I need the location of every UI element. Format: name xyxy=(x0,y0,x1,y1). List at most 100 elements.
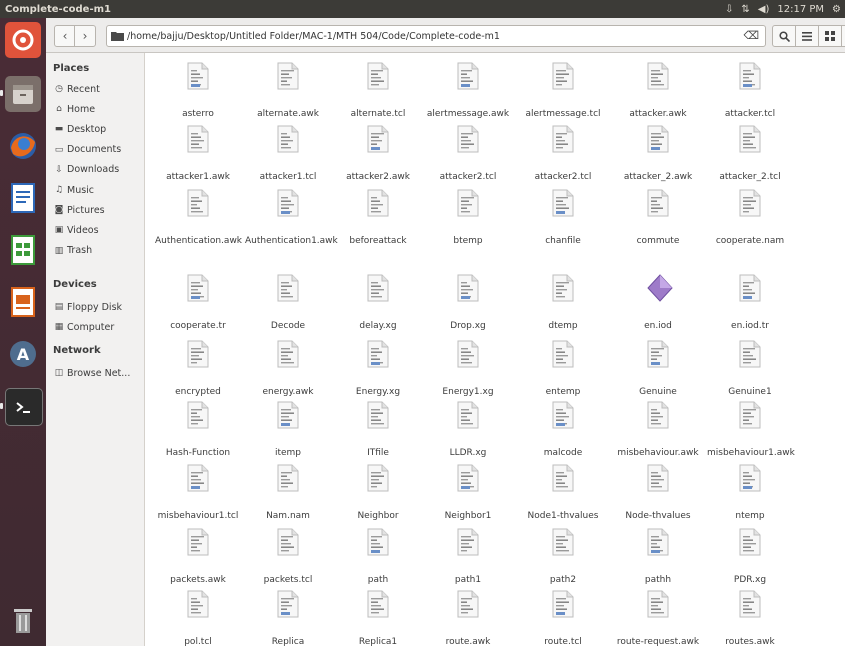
list-view-button[interactable] xyxy=(795,25,819,47)
clear-location-icon[interactable]: ⌫ xyxy=(743,29,759,42)
file-item[interactable]: misbehaviour1.awk xyxy=(707,398,795,468)
file-item[interactable]: asterro xyxy=(155,59,241,129)
gear-icon[interactable]: ⚙ xyxy=(832,4,841,15)
sidebar-item-desktop[interactable]: ▬ Desktop xyxy=(54,121,106,137)
file-item[interactable]: PDR.xg xyxy=(707,525,793,595)
file-item[interactable]: alternate.tcl xyxy=(335,59,421,129)
sidebar-item-music[interactable]: ♫ Music xyxy=(54,182,94,198)
view-options-dropdown[interactable]: ⌄ xyxy=(841,25,845,47)
file-item[interactable]: alertmessage.awk xyxy=(425,59,511,129)
file-item[interactable]: Replica xyxy=(245,587,331,646)
file-item[interactable]: attacker.awk xyxy=(615,59,701,129)
file-item[interactable]: commute xyxy=(615,186,701,256)
file-item[interactable]: misbehaviour.awk xyxy=(615,398,701,468)
file-item[interactable]: alternate.awk xyxy=(245,59,331,129)
file-item[interactable]: Node1-thvalues xyxy=(520,461,606,531)
sidebar-item-documents[interactable]: ▭ Documents xyxy=(54,142,121,158)
file-item[interactable]: attacker_2.awk xyxy=(615,122,701,192)
file-item[interactable]: LLDR.xg xyxy=(425,398,511,468)
impress-icon[interactable] xyxy=(5,284,41,320)
sidebar-item-floppy-disk[interactable]: ▤ Floppy Disk xyxy=(54,299,122,315)
terminal-icon[interactable] xyxy=(5,388,43,426)
file-item[interactable]: attacker2.tcl xyxy=(520,122,606,192)
file-item[interactable]: malcode xyxy=(520,398,606,468)
file-name: Node1-thvalues xyxy=(527,511,599,521)
file-item[interactable]: Authentication.awk xyxy=(155,186,242,256)
file-item[interactable]: itemp xyxy=(245,398,331,468)
sidebar-item-recent[interactable]: ◷ Recent xyxy=(54,81,100,97)
file-item[interactable]: beforeattack xyxy=(335,186,421,256)
file-item[interactable]: routes.awk xyxy=(707,587,793,646)
file-item[interactable]: cooperate.tr xyxy=(155,271,241,341)
file-item[interactable]: route.awk xyxy=(425,587,511,646)
location-bar[interactable]: /home/bajju/Desktop/Untitled Folder/MAC-… xyxy=(106,25,766,47)
file-item[interactable]: Hash-Function xyxy=(155,398,241,468)
file-item[interactable]: Decode xyxy=(245,271,331,341)
file-item[interactable]: pathh xyxy=(615,525,701,595)
forward-button[interactable]: › xyxy=(74,25,96,47)
file-item[interactable]: en.iod.tr xyxy=(707,271,793,341)
file-item[interactable]: Genuine xyxy=(615,337,701,407)
file-item[interactable]: Energy1.xg xyxy=(425,337,511,407)
file-item[interactable]: Nam.nam xyxy=(245,461,331,531)
network-indicator-icon[interactable]: ⇅ xyxy=(741,4,749,15)
file-item[interactable]: attacker2.awk xyxy=(335,122,421,192)
file-item[interactable]: packets.tcl xyxy=(245,525,331,595)
sidebar-item-trash[interactable]: ▥ Trash xyxy=(54,243,92,259)
file-item[interactable]: dtemp xyxy=(520,271,606,341)
search-button[interactable] xyxy=(772,25,796,47)
file-item[interactable]: attacker_2.tcl xyxy=(707,122,793,192)
software-center-icon[interactable]: A xyxy=(5,336,41,372)
file-item[interactable]: pol.tcl xyxy=(155,587,241,646)
file-item[interactable]: cooperate.nam xyxy=(707,186,793,256)
file-item[interactable]: packets.awk xyxy=(155,525,241,595)
dash-home-icon[interactable] xyxy=(5,22,41,58)
sidebar-item-videos[interactable]: ▣ Videos xyxy=(54,222,99,238)
sidebar-item-browse-net[interactable]: ◫ Browse Net... xyxy=(54,365,131,381)
file-item[interactable]: Genuine1 xyxy=(707,337,793,407)
sidebar-item-downloads[interactable]: ⇩ Downloads xyxy=(54,162,119,178)
file-item[interactable]: delay.xg xyxy=(335,271,421,341)
file-item[interactable]: attacker1.tcl xyxy=(245,122,331,192)
file-item[interactable]: Authentication1.awk xyxy=(245,186,338,256)
firefox-icon[interactable] xyxy=(5,128,41,164)
file-item[interactable]: en.iod xyxy=(615,271,701,341)
file-item[interactable]: entemp xyxy=(520,337,606,407)
file-item[interactable]: path1 xyxy=(425,525,511,595)
file-item[interactable]: Neighbor xyxy=(335,461,421,531)
trash-launcher-icon[interactable] xyxy=(5,602,41,638)
file-item[interactable]: path2 xyxy=(520,525,606,595)
file-item[interactable]: Replica1 xyxy=(335,587,421,646)
clock[interactable]: 12:17 PM xyxy=(777,4,824,15)
file-item[interactable]: attacker1.awk xyxy=(155,122,241,192)
writer-icon[interactable] xyxy=(5,180,41,216)
file-item[interactable]: Neighbor1 xyxy=(425,461,511,531)
sidebar-item-home[interactable]: ⌂ Home xyxy=(54,101,95,117)
volume-indicator-icon[interactable]: ◀) xyxy=(758,4,770,15)
file-item[interactable]: Energy.xg xyxy=(335,337,421,407)
file-item[interactable]: encrypted xyxy=(155,337,241,407)
file-item[interactable]: Node-thvalues xyxy=(615,461,701,531)
file-item[interactable]: chanfile xyxy=(520,186,606,256)
file-item[interactable]: Drop.xg xyxy=(425,271,511,341)
file-item[interactable]: misbehaviour1.tcl xyxy=(155,461,241,531)
file-item[interactable]: energy.awk xyxy=(245,337,331,407)
location-path[interactable]: /home/bajju/Desktop/Untitled Folder/MAC-… xyxy=(127,31,500,42)
file-item[interactable]: route-request.awk xyxy=(615,587,701,646)
file-item[interactable]: ntemp xyxy=(707,461,793,531)
file-item[interactable]: alertmessage.tcl xyxy=(520,59,606,129)
file-item[interactable]: btemp xyxy=(425,186,511,256)
back-button[interactable]: ‹ xyxy=(54,25,76,47)
file-item[interactable]: route.tcl xyxy=(520,587,606,646)
file-item[interactable]: path xyxy=(335,525,421,595)
file-item[interactable]: ITfile xyxy=(335,398,421,468)
calc-icon[interactable] xyxy=(5,232,41,268)
text-file-icon xyxy=(187,189,209,217)
sidebar-item-computer[interactable]: ▦ Computer xyxy=(54,319,115,335)
files-app-icon[interactable] xyxy=(5,76,41,112)
file-item[interactable]: attacker2.tcl xyxy=(425,122,511,192)
file-item[interactable]: attacker.tcl xyxy=(707,59,793,129)
sidebar-item-pictures[interactable]: ◙ Pictures xyxy=(54,202,105,218)
keyboard-indicator-icon[interactable]: ⇩ xyxy=(725,4,733,15)
grid-view-button[interactable] xyxy=(818,25,842,47)
